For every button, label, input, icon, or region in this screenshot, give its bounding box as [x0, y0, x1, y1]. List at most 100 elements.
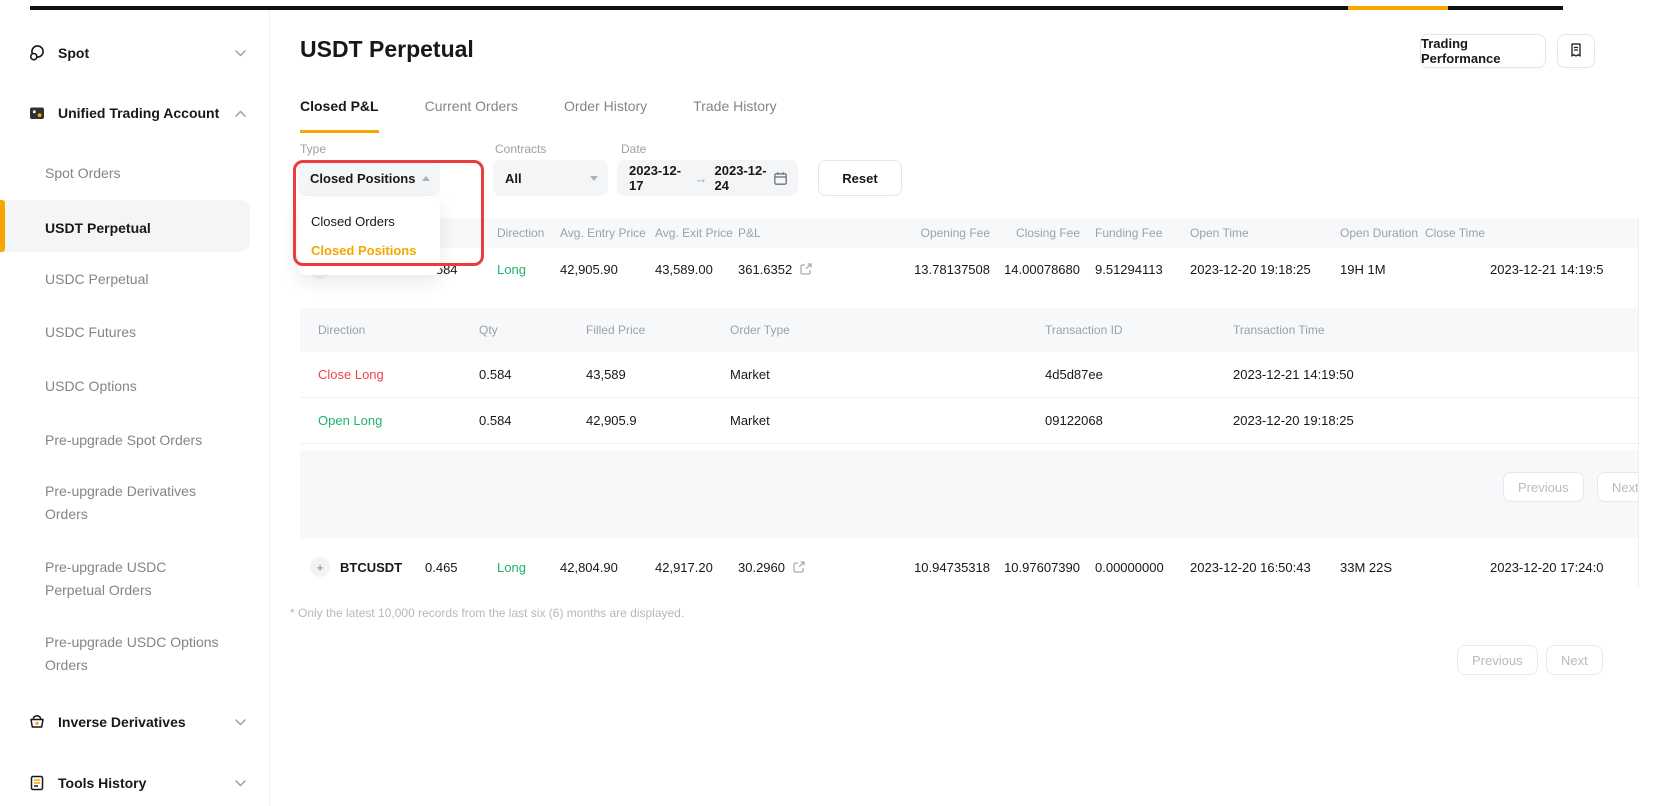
type-filter-label: Type: [300, 142, 326, 156]
date-filter-label: Date: [621, 142, 646, 156]
sidebar-item-tools-history[interactable]: Tools History: [0, 769, 270, 797]
cell-qty: 0.465: [425, 560, 485, 575]
expand-row-button[interactable]: +: [310, 557, 330, 577]
chevron-down-icon: [235, 50, 246, 57]
previous-page-button[interactable]: Previous: [1457, 645, 1538, 675]
sidebar-item-pre-upgrade-usdc-perpetual-orders[interactable]: Pre-upgrade USDC Perpetual Orders: [0, 556, 250, 602]
subtable-row: Close Long 0.584 43,589 Market 4d5d87ee …: [300, 352, 1638, 398]
share-pnl-icon[interactable]: [799, 262, 813, 276]
date-to-value: 2023-12-24: [715, 163, 774, 193]
subcell-transaction-id: 4d5d87ee: [1045, 367, 1233, 382]
tab-bar: Closed P&L Current Orders Order History …: [300, 98, 777, 133]
type-option-closed-orders[interactable]: Closed Orders: [298, 207, 440, 236]
trading-performance-label: Trading Performance: [1421, 36, 1545, 66]
col-header-opening-fee: Opening Fee: [860, 226, 990, 240]
sidebar: Spot Unified Trading Account Spot Orders…: [0, 10, 270, 806]
type-select[interactable]: Closed Positions: [298, 160, 440, 196]
cell-avg-exit-price: 43,589.00: [655, 262, 738, 277]
subcol-header-transaction-id: Transaction ID: [1045, 323, 1233, 337]
caret-up-icon: [422, 176, 430, 181]
col-header-open-time: Open Time: [1180, 226, 1330, 240]
type-select-dropdown-menu: Closed Orders Closed Positions: [298, 199, 440, 275]
report-icon-button[interactable]: [1557, 34, 1595, 68]
sidebar-item-spot-orders[interactable]: Spot Orders: [0, 162, 250, 185]
sidebar-item-usdc-options[interactable]: USDC Options: [0, 375, 250, 398]
subcell-qty: 0.584: [479, 413, 586, 428]
sidebar-item-inverse-derivatives[interactable]: Inverse Derivatives: [0, 708, 270, 736]
subtable-previous-button[interactable]: Previous: [1503, 472, 1584, 502]
chevron-up-icon: [235, 110, 246, 117]
calendar-icon: [773, 171, 788, 186]
subtable-footer: Previous Next: [300, 450, 1638, 538]
date-range-arrow: →: [695, 171, 708, 186]
subcell-qty: 0.584: [479, 367, 586, 382]
type-select-value: Closed Positions: [310, 171, 415, 186]
cell-open-time: 2023-12-20 19:18:25: [1180, 262, 1330, 277]
contracts-select[interactable]: All: [493, 160, 608, 196]
sidebar-item-usdc-perpetual[interactable]: USDC Perpetual: [0, 268, 250, 291]
col-header-close-time: Close Time: [1410, 226, 1638, 240]
col-header-pnl: P&L: [738, 226, 860, 240]
cell-opening-fee: 10.94735318: [860, 560, 990, 575]
sidebar-item-pre-upgrade-usdc-options-orders[interactable]: Pre-upgrade USDC Options Orders: [0, 631, 250, 677]
subcol-header-transaction-time: Transaction Time: [1233, 323, 1638, 337]
cell-closing-fee: 14.00078680: [990, 262, 1080, 277]
chevron-down-icon: [235, 780, 246, 787]
cell-funding-fee: 0.00000000: [1080, 560, 1180, 575]
records-footnote: * Only the latest 10,000 records from th…: [290, 606, 684, 620]
cell-funding-fee: 9.51294113: [1080, 262, 1180, 277]
type-option-closed-positions[interactable]: Closed Positions: [298, 236, 440, 265]
date-from-value: 2023-12-17: [629, 163, 688, 193]
cell-direction: Long: [485, 262, 560, 277]
receipt-icon: [1568, 42, 1584, 61]
date-range-picker[interactable]: 2023-12-17 → 2023-12-24: [617, 160, 798, 196]
col-header-avg-exit-price: Avg. Exit Price: [655, 226, 738, 240]
subcol-header-filled-price: Filled Price: [586, 323, 730, 337]
tab-trade-history[interactable]: Trade History: [693, 98, 777, 133]
sidebar-item-label: Spot: [58, 45, 89, 61]
cell-pnl: 361.6352: [738, 262, 792, 277]
cell-pnl: 30.2960: [738, 560, 785, 575]
caret-down-icon: [590, 176, 598, 181]
sidebar-item-usdt-perpetual[interactable]: USDT Perpetual: [0, 217, 250, 240]
next-page-button[interactable]: Next: [1546, 645, 1603, 675]
sidebar-item-pre-upgrade-spot-orders[interactable]: Pre-upgrade Spot Orders: [0, 429, 250, 452]
unified-trading-account-icon: [28, 104, 46, 122]
sidebar-item-label: Tools History: [58, 775, 146, 791]
spot-icon: [28, 44, 46, 62]
subcell-order-type: Market: [730, 367, 1045, 382]
cell-opening-fee: 13.78137508: [860, 262, 990, 277]
cell-open-duration: 33M 22S: [1330, 560, 1410, 575]
col-header-funding-fee: Funding Fee: [1080, 226, 1180, 240]
sidebar-item-pre-upgrade-derivatives-orders[interactable]: Pre-upgrade Derivatives Orders: [0, 480, 250, 526]
sidebar-item-label: Inverse Derivatives: [58, 714, 186, 730]
tab-closed-pnl[interactable]: Closed P&L: [300, 98, 379, 133]
cell-close-time: 2023-12-20 17:24:0: [1490, 560, 1603, 575]
table-row: + BTCUSDT 0.465 Long 42,804.90 42,917.20…: [300, 546, 1638, 588]
col-header-open-duration: Open Duration: [1330, 226, 1410, 240]
tab-order-history[interactable]: Order History: [564, 98, 647, 133]
cell-contracts: BTCUSDT: [340, 560, 425, 575]
reset-button[interactable]: Reset: [818, 160, 902, 196]
sidebar-item-unified-trading-account[interactable]: Unified Trading Account: [0, 99, 270, 127]
col-header-closing-fee: Closing Fee: [990, 226, 1080, 240]
share-pnl-icon[interactable]: [792, 560, 806, 574]
cell-open-duration: 19H 1M: [1330, 262, 1410, 277]
contracts-select-value: All: [505, 171, 522, 186]
tab-current-orders[interactable]: Current Orders: [425, 98, 518, 133]
top-bar-orange-segment: [1348, 6, 1448, 10]
trading-performance-button[interactable]: Trading Performance: [1420, 34, 1546, 68]
cell-avg-exit-price: 42,917.20: [655, 560, 738, 575]
reset-button-label: Reset: [842, 171, 877, 186]
subcell-transaction-time: 2023-12-20 19:18:25: [1233, 413, 1638, 428]
sidebar-item-usdc-futures[interactable]: USDC Futures: [0, 321, 250, 344]
cell-avg-entry-price: 42,804.90: [560, 560, 655, 575]
subcol-header-direction: Direction: [300, 323, 479, 337]
subtable-next-button[interactable]: Next: [1597, 472, 1638, 502]
cell-open-time: 2023-12-20 16:50:43: [1180, 560, 1330, 575]
sidebar-item-spot[interactable]: Spot: [0, 39, 270, 67]
table-header-row: Direction Avg. Entry Price Avg. Exit Pri…: [300, 218, 1638, 248]
table-row: − BTCUSDT 0.584 Long 42,905.90 43,589.00…: [300, 248, 1638, 290]
page: Spot Unified Trading Account Spot Orders…: [0, 0, 1680, 806]
contracts-filter-label: Contracts: [495, 142, 546, 156]
